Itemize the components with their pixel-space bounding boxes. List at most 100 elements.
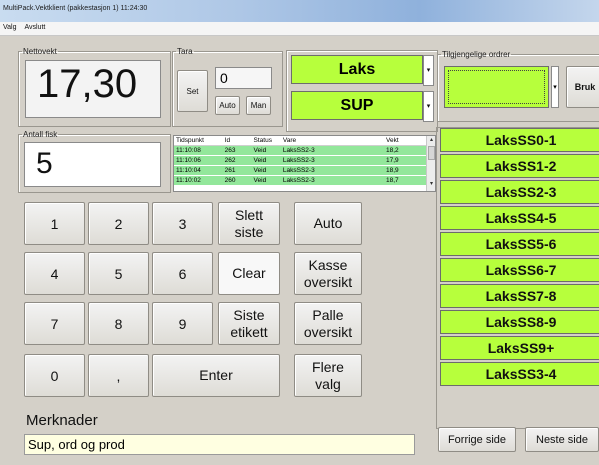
tare-auto-button[interactable]: Auto [215,96,240,115]
table-cell: 18,2 [383,145,427,156]
delete-last-button[interactable]: Slett siste [218,202,280,245]
table-row[interactable]: 11:10:08 263 Veid LaksSS2-3 18,2 [174,145,427,156]
size-grade-item[interactable]: LaksSS8-9 [440,310,599,334]
table-row[interactable]: 11:10:06 262 Veid LaksSS2-3 17,9 [174,155,427,166]
remarks-label: Merknader [26,412,98,429]
size-grade-item[interactable]: LaksSS5-6 [440,232,599,256]
tare-value: 0 [220,70,228,86]
tare-set-button[interactable]: Set [177,70,208,112]
size-grade-label: LaksSS7-8 [485,288,557,304]
key-7-button[interactable]: 7 [24,302,85,345]
table-cell: 18,9 [383,165,427,176]
enter-button[interactable]: Enter [152,354,280,397]
crate-overview-label: Kasse oversikt [303,256,353,290]
window-titlebar: MultiPack.Vektklient (pakkestasjon 1) 11… [0,0,599,22]
scroll-down-icon[interactable]: ▾ [428,180,435,188]
key-comma-button[interactable]: , [88,354,149,397]
enter-label: Enter [199,367,233,383]
table-cell: LaksSS2-3 [280,155,384,166]
more-options-label: Flere valg [312,358,344,392]
size-grade-label: LaksSS0-1 [485,132,557,148]
key-1-button[interactable]: 1 [24,202,85,245]
table-cell: LaksSS2-3 [280,175,384,186]
species-select[interactable]: Laks [291,55,423,84]
key-4-button[interactable]: 4 [24,252,85,295]
menu-item-valg[interactable]: Valg [0,22,20,31]
table-cell: 17,9 [383,155,427,166]
table-cell: LaksSS2-3 [280,165,384,176]
key-8-label: 8 [114,315,123,332]
key-6-button[interactable]: 6 [152,252,213,295]
last-label-button[interactable]: Siste etikett [218,302,280,345]
size-grade-label: LaksSS1-2 [485,158,557,174]
net-weight-label: Nettovekt [23,47,57,56]
tare-man-button[interactable]: Man [246,96,271,115]
orders-dropdown-arrow-icon[interactable]: ▾ [551,66,559,108]
size-grade-item[interactable]: LaksSS2-3 [440,180,599,204]
key-0-button[interactable]: 0 [24,354,85,397]
size-grade-label: LaksSS2-3 [485,184,557,200]
table-cell: 260 [222,175,252,186]
auto-label: Auto [313,215,343,231]
prev-page-button[interactable]: Forrige side [438,427,516,452]
more-options-button[interactable]: Flere valg [294,354,362,397]
key-9-button[interactable]: 9 [152,302,213,345]
size-grade-label: LaksSS3-4 [485,366,557,382]
tare-label: Tara [177,47,193,56]
size-grade-item[interactable]: LaksSS9+ [440,336,599,360]
table-cell: Veid [251,165,281,176]
window-title: MultiPack.Vektklient (pakkestasjon 1) 11… [3,5,148,12]
main-panel: Nettovekt 1 7, 3 0 Tara Set 0 Auto Man Laks… [0,36,599,465]
table-cell: Veid [251,155,281,166]
fish-count-input[interactable]: 5 [24,142,161,187]
log-scrollbar[interactable]: ▴ ▾ [426,136,435,191]
key-2-label: 2 [114,215,123,232]
size-grade-item[interactable]: LaksSS7-8 [440,284,599,308]
key-9-label: 9 [178,315,187,332]
key-8-button[interactable]: 8 [88,302,149,345]
pallet-overview-button[interactable]: Palle oversikt [294,302,362,345]
crate-overview-button[interactable]: Kasse oversikt [294,252,362,295]
grade-select[interactable]: SUP [291,91,423,120]
table-cell: Veid [251,175,281,186]
auto-button[interactable]: Auto [294,202,362,245]
last-label-label: Siste etikett [230,306,268,340]
table-row[interactable]: 11:10:02 260 Veid LaksSS2-3 18,7 [174,175,427,186]
key-2-button[interactable]: 2 [88,202,149,245]
size-grade-item[interactable]: LaksSS4-5 [440,206,599,230]
menu-bar: Valg Avslutt [0,22,599,36]
orders-select[interactable] [444,66,549,108]
key-6-label: 6 [178,265,187,282]
key-3-button[interactable]: 3 [152,202,213,245]
key-comma-label: , [116,367,121,384]
key-4-label: 4 [50,265,59,282]
fish-count-label: Antall fisk [23,130,58,139]
size-grade-item[interactable]: LaksSS3-4 [440,362,599,386]
remarks-input[interactable]: Sup, ord og prod [24,434,415,455]
size-grade-item[interactable]: LaksSS1-2 [440,154,599,178]
use-order-button[interactable]: Bruk [566,66,599,108]
grade-value: SUP [340,96,374,114]
size-grade-item[interactable]: LaksSS6-7 [440,258,599,282]
table-row[interactable]: 11:10:04 261 Veid LaksSS2-3 18,9 [174,165,427,176]
column-header: Tidspunkt [174,136,223,146]
orders-select-focus [448,70,545,104]
key-5-label: 5 [114,265,123,282]
table-cell: 261 [222,165,252,176]
next-page-button[interactable]: Neste side [525,427,599,452]
scroll-up-icon[interactable]: ▴ [428,136,435,144]
clear-button[interactable]: Clear [218,252,280,295]
menu-item-avslutt[interactable]: Avslutt [21,22,48,31]
key-1-label: 1 [50,215,59,232]
tare-set-label: Set [186,86,199,96]
tare-input[interactable]: 0 [215,67,272,89]
size-grade-label: LaksSS8-9 [485,314,557,330]
weighing-log-table: Tidspunkt Id Status Vare Vekt 11:10:08 2… [173,135,436,192]
column-header: Status [251,136,281,146]
size-grade-item[interactable]: LaksSS0-1 [440,128,599,152]
species-dropdown-arrow-icon[interactable]: ▾ [423,55,434,86]
grade-dropdown-arrow-icon[interactable]: ▾ [423,91,434,122]
scroll-thumb[interactable] [428,146,435,160]
table-cell: 263 [222,145,252,156]
key-5-button[interactable]: 5 [88,252,149,295]
